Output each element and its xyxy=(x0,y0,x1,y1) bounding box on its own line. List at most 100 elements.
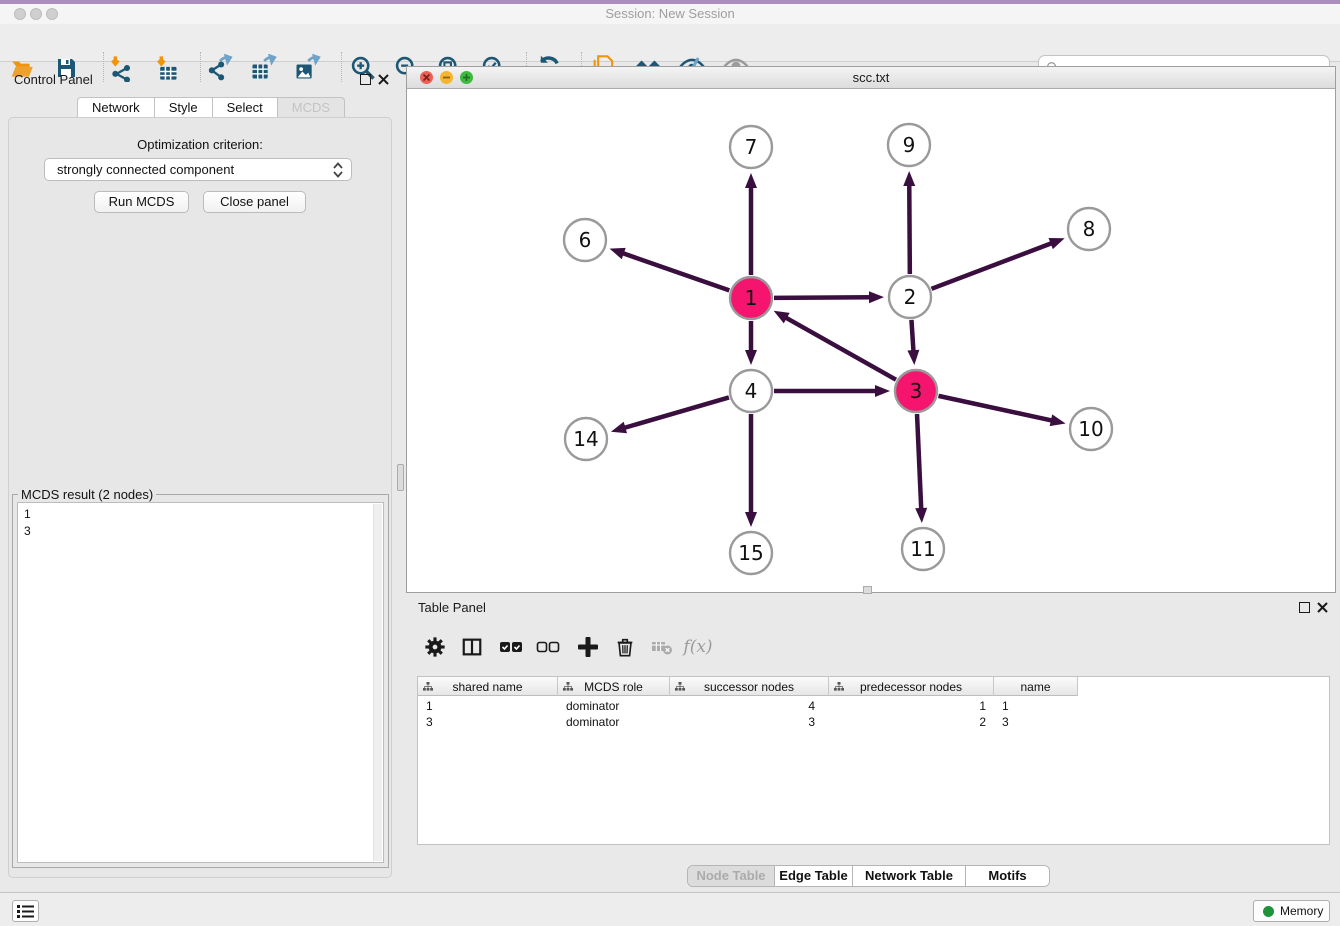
toolbar-separator xyxy=(200,52,201,82)
tab-motifs[interactable]: Motifs xyxy=(966,866,1049,886)
node-label-9: 9 xyxy=(903,133,916,157)
arrowhead-3-11 xyxy=(915,508,927,523)
table-cell[interactable]: 1 xyxy=(994,698,1078,714)
column-header-successor-nodes[interactable]: successor nodes xyxy=(670,677,829,696)
arrowhead-3-1 xyxy=(774,311,790,324)
tab-network[interactable]: Network xyxy=(77,97,155,118)
export-image-icon[interactable] xyxy=(292,53,322,83)
trash-icon[interactable] xyxy=(611,633,639,661)
node-label-8: 8 xyxy=(1083,217,1096,241)
list-icon xyxy=(17,904,34,919)
gear-icon[interactable] xyxy=(421,633,449,661)
edge-2-9[interactable] xyxy=(909,183,910,274)
task-history-button[interactable] xyxy=(12,900,39,922)
columns-icon[interactable] xyxy=(458,633,486,661)
table-cell[interactable]: 1 xyxy=(418,698,558,714)
node-label-6: 6 xyxy=(579,228,592,252)
column-header-label: predecessor nodes xyxy=(860,680,962,694)
control-panel-tabs: NetworkStyleSelectMCDS xyxy=(78,97,345,118)
arrowhead-4-15 xyxy=(745,512,757,527)
float-panel-icon[interactable] xyxy=(360,74,371,85)
toolbar-separator xyxy=(103,52,104,82)
column-header-MCDS-role[interactable]: MCDS role xyxy=(558,677,670,696)
arrowhead-1-4 xyxy=(745,350,757,365)
arrowhead-1-7 xyxy=(745,173,757,188)
memory-status-dot xyxy=(1263,906,1274,917)
close-panel-icon[interactable] xyxy=(378,74,389,85)
table-header-row: shared nameMCDS role successor nodes prede… xyxy=(418,677,1078,696)
network-canvas[interactable]: 7968124314101511 xyxy=(407,89,1335,592)
edge-3-10[interactable] xyxy=(938,396,1053,421)
column-type-icon xyxy=(834,682,844,691)
node-label-11: 11 xyxy=(910,537,935,561)
edge-3-1[interactable] xyxy=(784,317,896,380)
export-network-icon[interactable] xyxy=(205,53,235,83)
edge-3-11[interactable] xyxy=(917,414,921,511)
mcds-result-textarea[interactable]: 13 xyxy=(17,502,384,863)
window-title: Session: New Session xyxy=(0,4,1340,24)
tab-select[interactable]: Select xyxy=(212,97,278,118)
network-window-titlebar[interactable]: scc.txt xyxy=(407,67,1335,89)
edge-1-2[interactable] xyxy=(774,297,872,298)
column-header-label: name xyxy=(1020,680,1050,694)
network-window-title: scc.txt xyxy=(407,67,1335,89)
node-table: shared nameMCDS role successor nodes prede… xyxy=(417,676,1330,845)
edge-4-14[interactable] xyxy=(622,397,728,428)
node-label-1: 1 xyxy=(745,286,758,310)
edge-2-8[interactable] xyxy=(932,242,1054,288)
result-scrollbar[interactable] xyxy=(373,504,382,861)
tab-node-table[interactable]: Node Table xyxy=(688,866,775,886)
mcds-result-lines: 13 xyxy=(24,506,31,540)
node-label-4: 4 xyxy=(745,379,758,403)
close-panel-button[interactable]: Close panel xyxy=(203,191,306,213)
table-cell[interactable]: 4 xyxy=(670,698,829,714)
close-table-panel-icon[interactable] xyxy=(1317,602,1328,613)
tab-network-table[interactable]: Network Table xyxy=(853,866,966,886)
node-label-15: 15 xyxy=(738,541,763,565)
application-window: Session: New Session xyxy=(0,0,1340,926)
table-cell[interactable]: 2 xyxy=(829,714,994,730)
column-type-icon xyxy=(563,682,573,691)
tab-edge-table[interactable]: Edge Table xyxy=(775,866,853,886)
edge-1-6[interactable] xyxy=(621,253,729,291)
table-cell[interactable]: 3 xyxy=(994,714,1078,730)
float-table-panel-icon[interactable] xyxy=(1299,602,1310,613)
control-panel-title: Control Panel xyxy=(14,72,93,87)
optimization-dropdown[interactable]: strongly connected component xyxy=(44,158,352,181)
horizontal-splitter-handle[interactable] xyxy=(397,464,404,491)
table-cell[interactable]: dominator xyxy=(558,714,670,730)
add-icon[interactable] xyxy=(574,633,602,661)
memory-label: Memory xyxy=(1280,904,1323,918)
select-all-icon[interactable] xyxy=(497,633,525,661)
memory-button[interactable]: Memory xyxy=(1253,900,1330,922)
column-header-predecessor-nodes[interactable]: predecessor nodes xyxy=(829,677,994,696)
import-table-icon[interactable] xyxy=(151,53,181,83)
table-cell[interactable]: 3 xyxy=(670,714,829,730)
run-mcds-button[interactable]: Run MCDS xyxy=(94,191,189,213)
arrowhead-4-3 xyxy=(875,385,890,397)
column-header-name[interactable]: name xyxy=(994,677,1078,696)
toolbar-separator xyxy=(341,52,342,82)
export-table-icon[interactable] xyxy=(248,53,278,83)
tab-mcds[interactable]: MCDS xyxy=(277,97,345,118)
arrowhead-2-3 xyxy=(907,350,919,365)
function-icon: f(x) xyxy=(684,633,712,661)
edge-2-3[interactable] xyxy=(911,320,913,353)
column-header-label: successor nodes xyxy=(704,680,794,694)
node-label-7: 7 xyxy=(745,135,758,159)
arrowhead-1-6 xyxy=(610,248,626,259)
table-cell[interactable]: 3 xyxy=(418,714,558,730)
network-view-window: scc.txt 7968124314101511 xyxy=(406,66,1336,593)
arrowhead-4-14 xyxy=(611,422,627,434)
column-header-shared-name[interactable]: shared name xyxy=(418,677,558,696)
node-label-2: 2 xyxy=(904,285,917,309)
deselect-all-icon[interactable] xyxy=(534,633,562,661)
table-cell[interactable]: 1 xyxy=(829,698,994,714)
arrowhead-3-10 xyxy=(1050,414,1066,426)
optimization-criterion-label: Optimization criterion: xyxy=(8,137,392,152)
table-cell[interactable]: dominator xyxy=(558,698,670,714)
vertical-splitter-handle[interactable] xyxy=(863,586,872,594)
import-network-icon[interactable] xyxy=(105,53,135,83)
delete-column-icon xyxy=(648,633,676,661)
tab-style[interactable]: Style xyxy=(154,97,213,118)
